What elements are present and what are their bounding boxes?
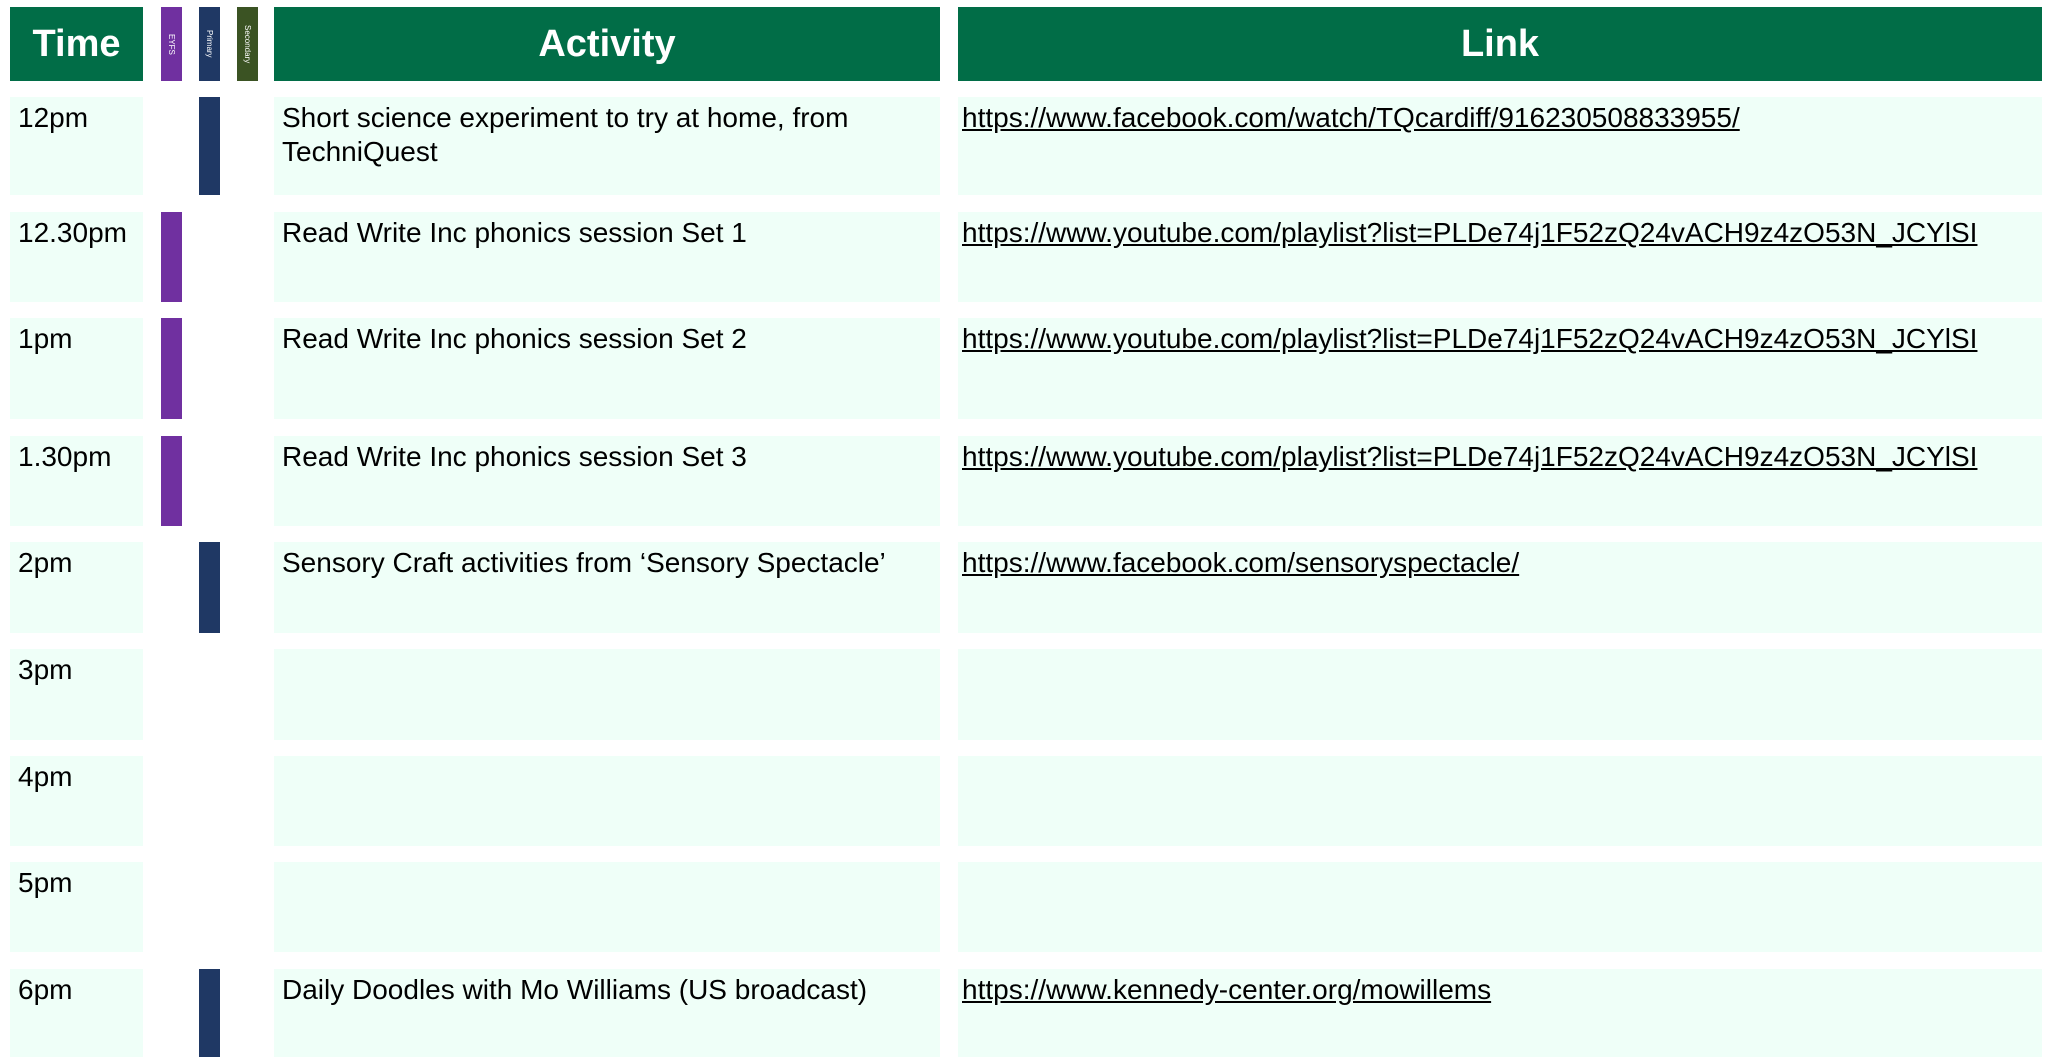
activity-link[interactable]: https://www.youtube.com/playlist?list=PL…	[962, 323, 1977, 354]
activity-link[interactable]: https://www.facebook.com/sensoryspectacl…	[962, 547, 1519, 578]
primary-marker	[199, 542, 220, 633]
activity-cell: Short science experiment to try at home,…	[274, 97, 940, 195]
column-header-time: Time	[10, 7, 143, 81]
activity-link[interactable]: https://www.kennedy-center.org/mowillems	[962, 974, 1491, 1005]
eyfs-marker	[161, 212, 182, 302]
column-header-secondary: Secondary	[237, 7, 258, 81]
column-header-link-label: Link	[1460, 22, 1540, 65]
column-header-eyfs-label: EYFS	[167, 33, 176, 55]
activity-link[interactable]: https://www.youtube.com/playlist?list=PL…	[962, 441, 1977, 472]
time-cell: 12pm	[10, 97, 143, 195]
activity-cell: Sensory Craft activities from ‘Sensory S…	[274, 542, 940, 633]
column-header-activity: Activity	[274, 7, 940, 81]
time-cell: 12.30pm	[10, 212, 143, 302]
link-cell: https://www.youtube.com/playlist?list=PL…	[958, 318, 2042, 419]
activity-cell	[274, 862, 940, 952]
time-cell: 5pm	[10, 862, 143, 952]
time-cell: 1.30pm	[10, 436, 143, 526]
eyfs-marker	[161, 436, 182, 526]
column-header-primary: Primary	[199, 7, 220, 81]
column-header-link: Link	[958, 7, 2042, 81]
column-header-time-label: Time	[32, 22, 121, 65]
column-header-activity-label: Activity	[538, 22, 676, 65]
link-cell	[958, 649, 2042, 740]
activity-cell: Read Write Inc phonics session Set 2	[274, 318, 940, 419]
link-cell	[958, 756, 2042, 846]
column-header-primary-label: Primary	[205, 30, 214, 58]
activity-link[interactable]: https://www.youtube.com/playlist?list=PL…	[962, 217, 1977, 248]
primary-marker	[199, 97, 220, 195]
link-cell: https://www.kennedy-center.org/mowillems	[958, 969, 2042, 1057]
time-cell: 6pm	[10, 969, 143, 1057]
column-header-secondary-label: Secondary	[243, 24, 252, 64]
eyfs-marker	[161, 318, 182, 419]
time-cell: 4pm	[10, 756, 143, 846]
activity-cell	[274, 649, 940, 740]
column-header-eyfs: EYFS	[161, 7, 182, 81]
link-cell: https://www.facebook.com/sensoryspectacl…	[958, 542, 2042, 633]
primary-marker	[199, 969, 220, 1057]
link-cell	[958, 862, 2042, 952]
activity-cell: Daily Doodles with Mo Williams (US broad…	[274, 969, 940, 1057]
activity-link[interactable]: https://www.facebook.com/watch/TQcardiff…	[962, 102, 1740, 133]
activity-cell: Read Write Inc phonics session Set 3	[274, 436, 940, 526]
link-cell: https://www.youtube.com/playlist?list=PL…	[958, 436, 2042, 526]
link-cell: https://www.youtube.com/playlist?list=PL…	[958, 212, 2042, 302]
link-cell: https://www.facebook.com/watch/TQcardiff…	[958, 97, 2042, 195]
time-cell: 1pm	[10, 318, 143, 419]
time-cell: 2pm	[10, 542, 143, 633]
time-cell: 3pm	[10, 649, 143, 740]
activity-cell	[274, 756, 940, 846]
activity-cell: Read Write Inc phonics session Set 1	[274, 212, 940, 302]
